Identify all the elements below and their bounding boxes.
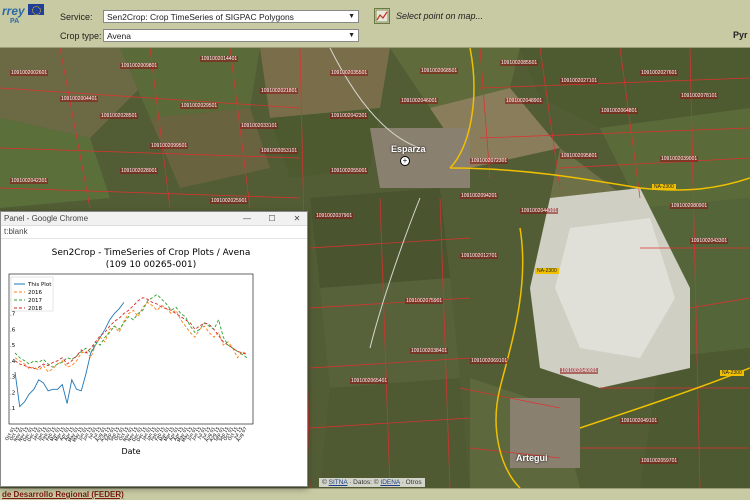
service-select[interactable]: Sen2Crop: Crop TimeSeries of SIGPAC Poly… bbox=[103, 10, 359, 23]
plot-label: 1091002040001 bbox=[560, 368, 599, 374]
town-label-esparza: Esparza bbox=[391, 144, 426, 154]
feder-link[interactable]: de Desarrollo Regional (FEDER) bbox=[2, 490, 124, 499]
road-tag: NA-2300 bbox=[652, 184, 676, 190]
x-axis-ticks: Oct 01Oct 15Nov 01Nov 15Dec 01Dec 15Jan … bbox=[4, 426, 249, 443]
attribution-prefix: © bbox=[322, 479, 327, 486]
crop-type-label: Crop type: bbox=[60, 31, 102, 41]
plot-label: 1091002075901 bbox=[405, 298, 444, 304]
plot-label: 1091002065401 bbox=[350, 378, 389, 384]
plot-label: 1091002044101 bbox=[520, 208, 559, 214]
town-label-artegui: Artegui bbox=[516, 453, 548, 463]
crosshair-icon: + bbox=[400, 156, 410, 166]
road-tag: NA-2300 bbox=[535, 268, 559, 274]
plot-label: 1091002049101 bbox=[620, 418, 659, 424]
plot-label: 1091002028001 bbox=[120, 168, 159, 174]
attribution-suffix: · Otros bbox=[399, 479, 422, 486]
x-axis-label: Date bbox=[121, 447, 140, 456]
chart-title: Sen2Crop - TimeSeries of Crop Plots / Av… bbox=[52, 248, 251, 258]
timeseries-chart: Sen2Crop - TimeSeries of Crop Plots / Av… bbox=[4, 248, 254, 456]
y-tick-label: .6 bbox=[10, 327, 16, 333]
logo-subtext: PA bbox=[10, 18, 20, 25]
plot-label: 1091002085501 bbox=[500, 60, 539, 66]
close-icon[interactable]: ✕ bbox=[291, 213, 303, 225]
popup-titlebar[interactable]: Panel - Google Chrome — ☐ ✕ bbox=[1, 212, 307, 226]
plot-label: 1091002080901 bbox=[670, 203, 709, 209]
minimize-icon[interactable]: — bbox=[241, 213, 253, 225]
road-tag: NA-2300 bbox=[720, 370, 744, 376]
plot-label: 1091002042301 bbox=[10, 178, 49, 184]
service-select-value: Sen2Crop: Crop TimeSeries of SIGPAC Poly… bbox=[107, 12, 294, 22]
service-label: Service: bbox=[60, 12, 93, 22]
idena-link[interactable]: IDENA bbox=[380, 479, 400, 486]
y-tick-label: .3 bbox=[10, 375, 16, 381]
map-attribution: © SITNA · Datos: © IDENA · Otros bbox=[319, 478, 425, 487]
plot-label: 1091002069101 bbox=[470, 358, 509, 364]
plot-label: 1091002055001 bbox=[330, 168, 369, 174]
plot-label: 1091002029501 bbox=[180, 103, 219, 109]
legend-label: 2016 bbox=[28, 290, 42, 296]
chevron-down-icon: ▼ bbox=[348, 13, 355, 20]
plot-label: 1091002028501 bbox=[100, 113, 139, 119]
logo-text: rrey bbox=[2, 4, 25, 18]
plot-label: 1091002048901 bbox=[505, 98, 544, 104]
plot-label: 1091002043301 bbox=[690, 238, 729, 244]
chevron-down-icon: ▼ bbox=[348, 32, 355, 39]
plot-label: 1091002027601 bbox=[640, 70, 679, 76]
plot-label: 1091002038401 bbox=[410, 348, 449, 354]
chart-legend: This Plot 2016 2017 2018 bbox=[10, 276, 54, 312]
popup-title: Panel - Google Chrome bbox=[4, 214, 89, 223]
plot-label: 1091002099501 bbox=[150, 143, 189, 149]
select-point-hint: Select point on map... bbox=[396, 11, 484, 21]
plot-label: 1091002027101 bbox=[560, 78, 599, 84]
plot-label: 1091002021801 bbox=[260, 88, 299, 94]
plot-label: 1091002004401 bbox=[60, 96, 99, 102]
plot-label: 1091002072301 bbox=[470, 158, 509, 164]
crop-type-select-value: Avena bbox=[107, 31, 131, 41]
plot-label: 1091002033101 bbox=[240, 123, 279, 129]
plot-label: 1091002009801 bbox=[120, 63, 159, 69]
y-tick-label: .2 bbox=[10, 390, 15, 396]
legend-label: This Plot bbox=[27, 282, 52, 288]
plot-label: 1091002059701 bbox=[640, 458, 679, 464]
plot-label: 1091002014401 bbox=[200, 56, 239, 62]
attribution-mid: · Datos: © bbox=[347, 479, 379, 486]
legend-label: 2018 bbox=[28, 306, 42, 312]
top-toolbar: rrey PA Service: Sen2Crop: Crop TimeSeri… bbox=[0, 0, 750, 48]
plot-label: 1091002012701 bbox=[460, 253, 499, 259]
plot-label: 1091002035501 bbox=[330, 70, 369, 76]
plot-label: 1091002094201 bbox=[460, 193, 499, 199]
crop-type-select[interactable]: Avena ▼ bbox=[103, 29, 359, 42]
eu-flag-icon bbox=[28, 4, 44, 15]
plot-label: 1091002078101 bbox=[680, 93, 719, 99]
popup-address: t:blank bbox=[4, 227, 28, 236]
y-tick-label: .5 bbox=[10, 343, 16, 349]
footer: de Desarrollo Regional (FEDER) bbox=[0, 488, 750, 500]
plot-label: 1091002002601 bbox=[10, 70, 49, 76]
plot-label: 1091002042301 bbox=[330, 113, 369, 119]
y-tick-label: .4 bbox=[10, 359, 16, 365]
chart-subtitle: (109 10 00265-001) bbox=[106, 260, 196, 270]
plot-label: 1091002068501 bbox=[420, 68, 459, 74]
plot-label: 1091002039001 bbox=[660, 156, 699, 162]
sitna-link[interactable]: SITNA bbox=[329, 479, 348, 486]
y-tick-label: .1 bbox=[10, 406, 15, 412]
y-tick-label: .7 bbox=[10, 311, 16, 317]
plot-label: 1091002025901 bbox=[210, 198, 249, 204]
plot-label: 1091002046001 bbox=[400, 98, 439, 104]
maximize-icon[interactable]: ☐ bbox=[266, 213, 278, 225]
plot-label: 1091002037901 bbox=[315, 213, 354, 219]
plot-label: 1091002095801 bbox=[560, 153, 599, 159]
chart-line-icon bbox=[375, 9, 389, 23]
logo: rrey PA bbox=[0, 0, 50, 46]
legend-label: 2017 bbox=[28, 298, 42, 304]
select-point-button[interactable] bbox=[374, 8, 390, 24]
chart-popup-window[interactable]: Panel - Google Chrome — ☐ ✕ t:blank Sen2… bbox=[0, 211, 308, 487]
popup-address-bar: t:blank bbox=[1, 226, 307, 239]
plot-label: 1091002064801 bbox=[600, 108, 639, 114]
plot-label: 1091002053101 bbox=[260, 148, 299, 154]
user-label[interactable]: Pyr bbox=[733, 30, 748, 40]
